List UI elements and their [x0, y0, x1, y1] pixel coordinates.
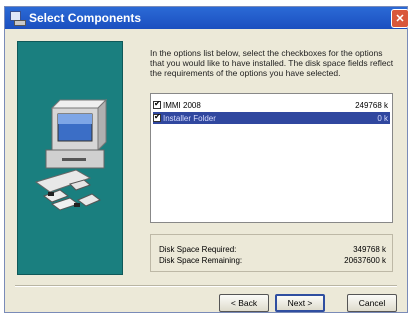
component-size: 249768 k	[355, 100, 388, 110]
back-button[interactable]: < Back	[219, 294, 269, 312]
list-item[interactable]: IMMI 2008 249768 k	[153, 99, 390, 111]
component-size: 0 k	[377, 113, 388, 123]
disk-space-required-label: Disk Space Required:	[159, 245, 237, 254]
computer-app-icon	[10, 11, 26, 26]
component-checkbox[interactable]	[153, 112, 161, 122]
divider	[15, 285, 397, 287]
title-bar[interactable]: Select Components ✕	[5, 7, 409, 29]
component-name: Installer Folder	[163, 113, 216, 123]
setup-illustration	[17, 41, 123, 275]
components-list[interactable]: IMMI 2008 249768 k Installer Folder 0 k	[150, 93, 393, 223]
close-icon[interactable]: ✕	[391, 9, 409, 28]
disk-space-panel: Disk Space Required: 349768 k Disk Space…	[150, 234, 393, 272]
disk-space-required-value: 349768 k	[353, 245, 386, 254]
component-name: IMMI 2008	[163, 100, 201, 110]
component-checkbox[interactable]	[153, 99, 161, 109]
list-item[interactable]: Installer Folder 0 k	[153, 112, 390, 124]
instructions-text: In the options list below, select the ch…	[150, 48, 394, 78]
disk-space-remaining-label: Disk Space Remaining:	[159, 256, 243, 265]
installer-window: Select Components ✕ In the options list …	[4, 6, 409, 313]
next-button[interactable]: Next >	[275, 294, 325, 312]
window-title: Select Components	[29, 11, 142, 25]
cancel-button[interactable]: Cancel	[347, 294, 397, 312]
disk-space-remaining-value: 20637600 k	[344, 256, 386, 265]
computer-illustration	[34, 98, 108, 211]
